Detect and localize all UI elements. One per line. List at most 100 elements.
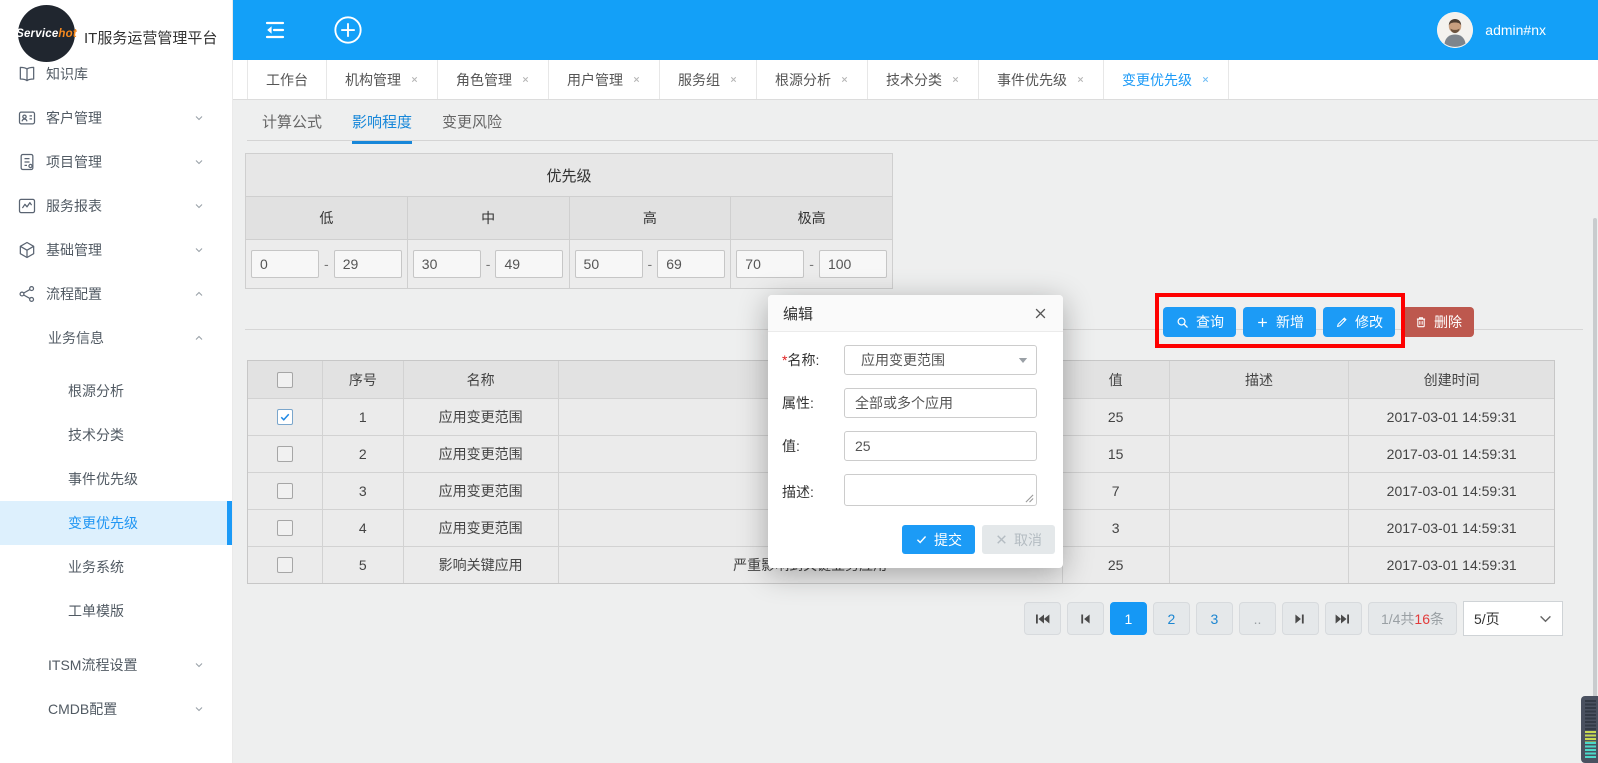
sidebar-item-cmdb-config[interactable]: CMDB配置 — [0, 687, 227, 731]
medium-min-input[interactable] — [413, 250, 481, 278]
header-created: 创建时间 — [1349, 361, 1554, 398]
cell-created: 2017-03-01 14:59:31 — [1349, 473, 1554, 509]
close-icon[interactable] — [521, 75, 530, 84]
sidebar-item-process-config[interactable]: 流程配置 — [0, 272, 227, 316]
page-button-2[interactable]: 2 — [1153, 602, 1190, 635]
value-field-row: 值: — [782, 431, 1037, 461]
sidebar-item-root-cause[interactable]: 根源分析 — [0, 369, 227, 413]
logo-text-service: Service — [16, 28, 58, 40]
tab-label: 技术分类 — [886, 70, 942, 90]
row-checkbox[interactable] — [277, 409, 293, 425]
sidebar-item-business-system[interactable]: 业务系统 — [0, 545, 227, 589]
close-icon[interactable] — [840, 75, 849, 84]
chevron-down-icon — [1539, 615, 1552, 623]
sidebar-item-incident-priority[interactable]: 事件优先级 — [0, 457, 227, 501]
row-checkbox[interactable] — [277, 446, 293, 462]
high-max-input[interactable] — [657, 250, 725, 278]
low-min-input[interactable] — [251, 250, 319, 278]
sidebar-item-tech-category[interactable]: 技术分类 — [0, 413, 227, 457]
add-tab-icon[interactable] — [333, 15, 363, 45]
sidebar-item-business-info[interactable]: 业务信息 — [0, 316, 227, 360]
sidebar-item-customer-mgmt[interactable]: 客户管理 — [0, 96, 227, 140]
tab-incident-priority[interactable]: 事件优先级 — [979, 60, 1104, 99]
sidebar-item-ticket-template[interactable]: 工单模版 — [0, 589, 227, 633]
subtab-change-risk[interactable]: 变更风险 — [442, 111, 502, 144]
delete-button[interactable]: 删除 — [1402, 307, 1474, 337]
prev-page-button[interactable] — [1067, 602, 1104, 635]
tab-service-group[interactable]: 服务组 — [660, 60, 757, 99]
sidebar-item-basic-mgmt[interactable]: 基础管理 — [0, 228, 227, 272]
page-button-3[interactable]: 3 — [1196, 602, 1233, 635]
modify-button[interactable]: 修改 — [1323, 307, 1395, 337]
value-input[interactable] — [844, 431, 1037, 461]
info-prefix: 1/4共 — [1381, 609, 1414, 629]
row-checkbox-cell — [248, 547, 323, 583]
chevron-up-icon — [193, 288, 205, 300]
priority-table-title: 优先级 — [246, 154, 892, 197]
sidebar-item-service-report[interactable]: 服务报表 — [0, 184, 227, 228]
sidebar-item-label: 业务系统 — [68, 557, 124, 577]
close-icon[interactable] — [729, 75, 738, 84]
next-page-button[interactable] — [1282, 602, 1319, 635]
button-label: 提交 — [934, 530, 962, 550]
level-meter-widget — [1581, 696, 1598, 763]
collapse-sidebar-icon[interactable] — [263, 18, 287, 42]
tab-label: 工作台 — [266, 70, 308, 90]
cell-created: 2017-03-01 14:59:31 — [1349, 436, 1554, 472]
close-icon[interactable] — [1076, 75, 1085, 84]
priority-range-high: - — [570, 240, 732, 288]
tab-label: 机构管理 — [345, 70, 401, 90]
info-count: 16 — [1414, 611, 1430, 627]
close-icon[interactable] — [632, 75, 641, 84]
chevron-down-icon — [193, 703, 205, 715]
sidebar-item-change-priority[interactable]: 变更优先级 — [0, 501, 227, 545]
tab-workbench[interactable]: 工作台 — [247, 60, 327, 99]
close-icon[interactable] — [410, 75, 419, 84]
tab-user-mgmt[interactable]: 用户管理 — [549, 60, 660, 99]
critical-max-input[interactable] — [819, 250, 887, 278]
tab-change-priority[interactable]: 变更优先级 — [1104, 60, 1229, 99]
page-ellipsis[interactable]: .. — [1239, 602, 1276, 635]
avatar[interactable] — [1437, 12, 1473, 48]
last-page-button[interactable] — [1325, 602, 1362, 635]
row-checkbox-cell — [248, 436, 323, 472]
sidebar-item-itsm-process[interactable]: ITSM流程设置 — [0, 643, 227, 687]
tab-label: 变更优先级 — [1122, 70, 1192, 90]
critical-min-input[interactable] — [736, 250, 804, 278]
row-checkbox[interactable] — [277, 483, 293, 499]
attr-input[interactable] — [844, 388, 1037, 418]
name-select[interactable]: 应用变更范围 — [844, 345, 1037, 375]
user-area[interactable]: admin#nx — [1437, 12, 1546, 48]
button-label: 取消 — [1014, 530, 1042, 550]
sidebar-scrollbar[interactable] — [1593, 218, 1597, 740]
low-max-input[interactable] — [334, 250, 402, 278]
row-checkbox[interactable] — [277, 520, 293, 536]
cancel-button[interactable]: 取消 — [982, 525, 1055, 554]
close-icon[interactable] — [1033, 306, 1048, 321]
subtab-calc-formula[interactable]: 计算公式 — [262, 111, 322, 144]
search-button[interactable]: 查询 — [1163, 307, 1236, 337]
first-page-button[interactable] — [1024, 602, 1061, 635]
add-button[interactable]: 新增 — [1243, 307, 1316, 337]
cell-no: 2 — [323, 436, 404, 472]
high-min-input[interactable] — [575, 250, 643, 278]
tab-tech-category[interactable]: 技术分类 — [868, 60, 979, 99]
sidebar-item-knowledge-base[interactable]: 知识库 — [0, 52, 227, 96]
medium-max-input[interactable] — [495, 250, 563, 278]
close-icon[interactable] — [1201, 75, 1210, 84]
tab-org-mgmt[interactable]: 机构管理 — [327, 60, 438, 99]
tab-root-cause[interactable]: 根源分析 — [757, 60, 868, 99]
row-checkbox[interactable] — [277, 557, 293, 573]
subtab-impact-degree[interactable]: 影响程度 — [352, 111, 412, 144]
per-page-select[interactable]: 5/页 — [1463, 601, 1563, 636]
submit-button[interactable]: 提交 — [902, 525, 975, 554]
page-button-1[interactable]: 1 — [1110, 602, 1147, 635]
select-all-checkbox[interactable] — [277, 372, 293, 388]
desc-textarea[interactable] — [844, 474, 1037, 506]
resize-grip-icon[interactable] — [1025, 494, 1034, 503]
button-label: 新增 — [1276, 312, 1304, 332]
tab-role-mgmt[interactable]: 角色管理 — [438, 60, 549, 99]
sidebar-item-project-mgmt[interactable]: 项目管理 — [0, 140, 227, 184]
cell-name: 应用变更范围 — [404, 510, 559, 546]
close-icon[interactable] — [951, 75, 960, 84]
